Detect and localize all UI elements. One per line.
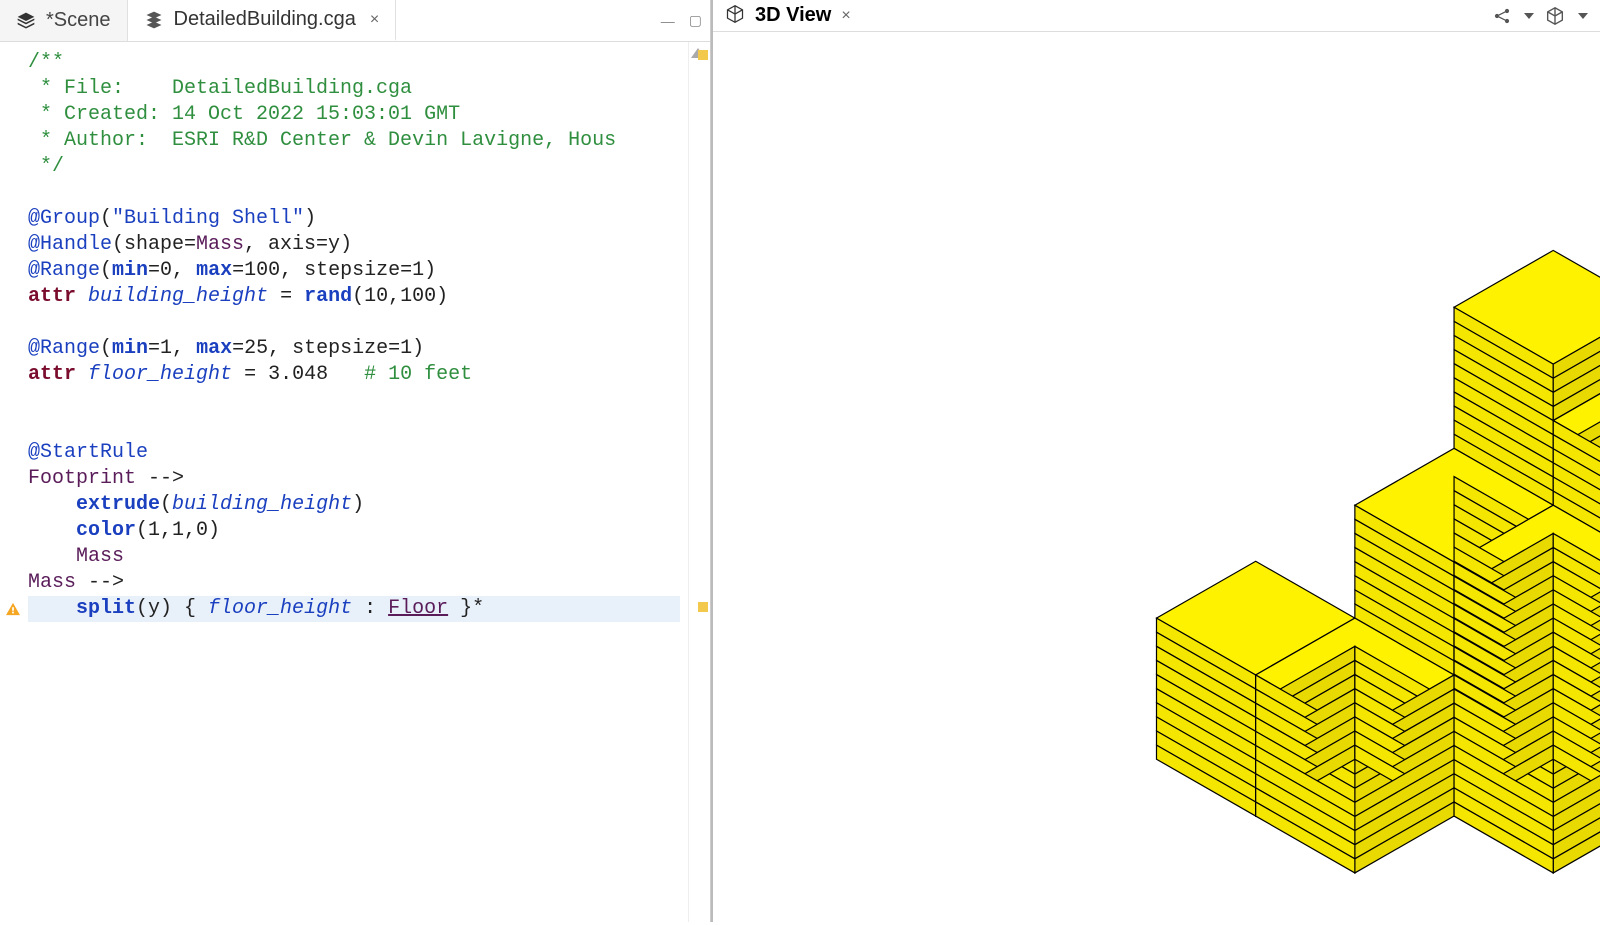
- dropdown-icon[interactable]: [1578, 13, 1588, 19]
- cube-stack-icon: [144, 10, 164, 30]
- cube-icon: [725, 4, 745, 27]
- view-title: 3D View: [755, 4, 831, 27]
- tab-label: DetailedBuilding.cga: [174, 8, 356, 31]
- close-icon[interactable]: ×: [841, 7, 850, 25]
- close-icon[interactable]: ×: [370, 11, 379, 29]
- tab-label: *Scene: [46, 9, 111, 32]
- share-icon[interactable]: [1492, 6, 1512, 26]
- layers-icon: [16, 11, 36, 31]
- editor-tab-bar: *Scene DetailedBuilding.cga × — ▢: [0, 0, 710, 42]
- view-tab-bar: 3D View ×: [713, 0, 1600, 32]
- ruler-marker: [698, 50, 708, 60]
- ruler-marker: [698, 602, 708, 612]
- dropdown-icon[interactable]: [1524, 13, 1534, 19]
- cube-view-icon[interactable]: [1544, 5, 1566, 27]
- code-editor[interactable]: /** * File: DetailedBuilding.cga * Creat…: [28, 42, 688, 922]
- gutter: [0, 42, 28, 922]
- window-controls: — ▢: [661, 0, 702, 41]
- overview-ruler[interactable]: [688, 42, 710, 922]
- 3d-viewport[interactable]: [713, 32, 1600, 922]
- tab-detailedbuilding[interactable]: DetailedBuilding.cga ×: [128, 0, 397, 41]
- maximize-icon[interactable]: ▢: [689, 12, 702, 29]
- view-toolbar: [1492, 5, 1588, 27]
- minimize-icon[interactable]: —: [661, 13, 675, 29]
- tab-scene[interactable]: *Scene: [0, 0, 128, 41]
- warning-icon: [6, 602, 20, 616]
